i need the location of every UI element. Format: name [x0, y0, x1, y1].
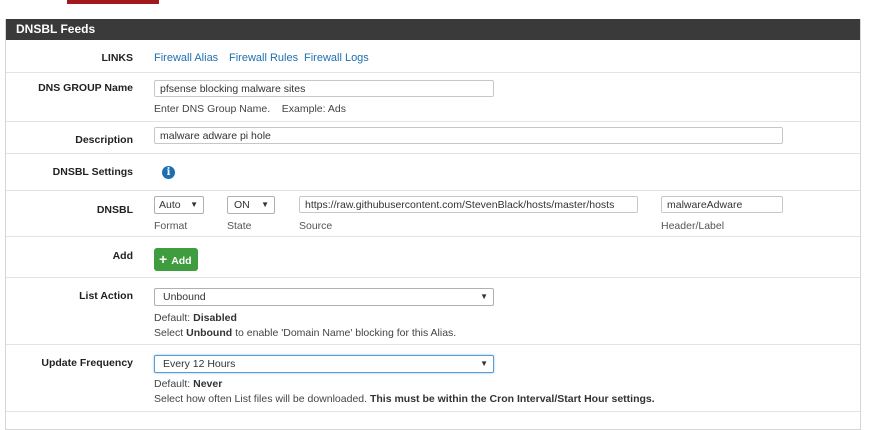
add-button[interactable]: + Add	[154, 248, 198, 271]
chevron-down-icon: ▼	[190, 200, 198, 209]
add-button-label: Add	[171, 255, 192, 267]
update-frequency-select[interactable]: Every 12 Hours ▼	[154, 355, 494, 373]
dnsbl-settings-label: DNSBL Settings	[52, 166, 133, 178]
dns-group-input[interactable]: pfsense blocking malware sites	[154, 80, 494, 97]
description-label: Description	[75, 134, 133, 146]
panel-title: DNSBL Feeds	[6, 19, 860, 40]
list-action-select[interactable]: Unbound ▼	[154, 288, 494, 306]
dnsbl-label: DNSBL	[96, 204, 133, 216]
dnsbl-row: DNSBL Auto ▼ Format ON ▼ State https://raw…	[6, 191, 860, 237]
format-label: Format	[154, 220, 188, 232]
links-row: LINKS Firewall Alias Firewall Rules Fire…	[6, 40, 860, 73]
header-label-caption: Header/Label	[661, 220, 725, 232]
dnsbl-feeds-panel: DNSBL Feeds LINKS Firewall Alias Firewal…	[5, 19, 861, 430]
firewall-logs-link[interactable]: Firewall Logs	[304, 52, 369, 64]
dns-group-row: DNS GROUP Name pfsense blocking malware …	[6, 73, 860, 122]
update-frequency-help: Select how often List files will be down…	[154, 393, 655, 405]
update-frequency-row: Update Frequency Every 12 Hours ▼ Default…	[6, 345, 860, 412]
plus-icon: +	[159, 251, 168, 267]
description-row: Description malware adware pi hole	[6, 122, 860, 154]
firewall-rules-link[interactable]: Firewall Rules	[229, 52, 298, 64]
add-label: Add	[112, 250, 133, 262]
list-action-label: List Action	[79, 290, 133, 302]
dns-group-help: Enter DNS Group Name. Example: Ads	[154, 103, 346, 115]
source-input[interactable]: https://raw.githubusercontent.com/Steven…	[299, 196, 638, 213]
firewall-alias-link[interactable]: Firewall Alias	[154, 52, 218, 64]
source-label: Source	[299, 220, 333, 232]
chevron-down-icon: ▼	[480, 359, 488, 368]
links-label: LINKS	[101, 52, 134, 64]
list-action-help: Select Unbound to enable 'Domain Name' b…	[154, 327, 457, 339]
description-input[interactable]: malware adware pi hole	[154, 127, 783, 144]
add-row: Add + Add	[6, 237, 860, 278]
dns-group-label: DNS GROUP Name	[38, 82, 133, 94]
info-icon[interactable]: i	[162, 166, 175, 179]
update-frequency-default: Default: Never	[154, 378, 223, 390]
format-select[interactable]: Auto ▼	[154, 196, 204, 214]
state-select[interactable]: ON ▼	[227, 196, 275, 214]
state-label: State	[227, 220, 252, 232]
list-action-default: Default: Disabled	[154, 312, 237, 324]
format-value: Auto	[159, 199, 181, 211]
state-value: ON	[234, 199, 250, 211]
chevron-down-icon: ▼	[261, 200, 269, 209]
list-action-row: List Action Unbound ▼ Default: Disabled S…	[6, 278, 860, 345]
chevron-down-icon: ▼	[480, 292, 488, 301]
header-label-input[interactable]: malwareAdware	[661, 196, 783, 213]
dnsbl-settings-row: DNSBL Settings i	[6, 154, 860, 191]
update-frequency-value: Every 12 Hours	[163, 358, 236, 370]
active-tab-indicator	[67, 0, 159, 4]
list-action-value: Unbound	[163, 291, 206, 303]
update-frequency-label: Update Frequency	[41, 357, 133, 369]
